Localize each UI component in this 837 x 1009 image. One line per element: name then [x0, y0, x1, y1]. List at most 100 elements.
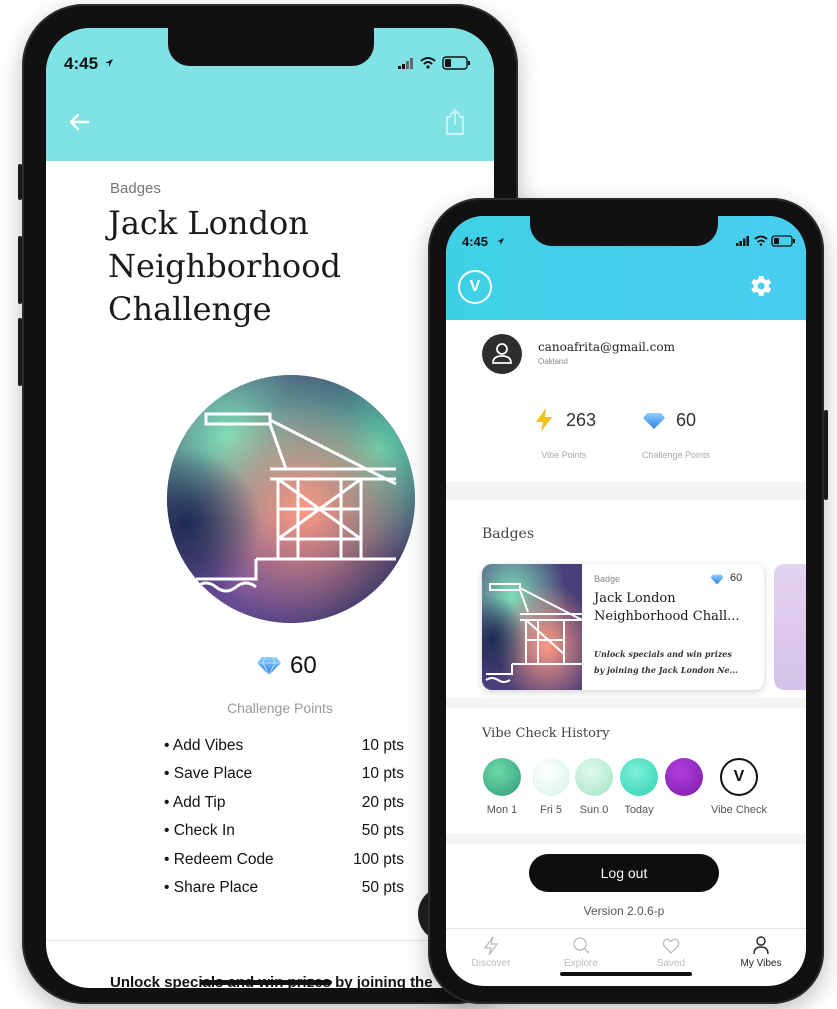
badge-title-line: Neighborhood [108, 247, 341, 285]
diamond-icon [643, 413, 665, 429]
lightning-icon [483, 936, 499, 956]
challenge-points-label: Challenge Points [641, 450, 711, 460]
vibe-check-label: Vibe Check [710, 804, 768, 816]
status-time: 4:45 [462, 234, 489, 249]
action-points: 100 pts [353, 851, 404, 868]
badge-title-line: Jack London [108, 204, 309, 242]
wifi-icon [754, 235, 768, 246]
vibe-check-dot[interactable] [532, 758, 570, 796]
gear-icon[interactable] [746, 272, 774, 300]
action-points: 50 pts [361, 879, 404, 896]
tab-label: Saved [656, 958, 686, 969]
list-item: • Add Tip 20 pts [164, 794, 404, 811]
vibe-check-day: Today [624, 804, 654, 816]
user-location: Oakland [538, 357, 568, 366]
right-phone-screen: 4:45 V canoafrita@gmail.com Oakland 263 … [446, 216, 806, 986]
action-label: Share Place [173, 879, 259, 896]
action-list: • Add Vibes 10 pts • Save Place 10 pts • A… [164, 737, 404, 927]
action-label: Add Vibes [172, 737, 244, 754]
home-indicator [560, 972, 692, 976]
share-icon[interactable] [444, 108, 466, 136]
challenge-points-value: 60 [676, 410, 697, 430]
action-points: 10 pts [361, 765, 404, 782]
volume-up-button [18, 236, 22, 304]
action-label: Add Tip [172, 794, 226, 811]
list-item: • Check In 50 pts [164, 822, 404, 839]
notch [168, 28, 374, 66]
vibe-points-value: 263 [566, 410, 597, 430]
diamond-icon [710, 574, 724, 585]
vibe-check-dot[interactable] [483, 758, 521, 796]
list-item: • Add Vibes 10 pts [164, 737, 404, 754]
logout-button[interactable]: Log out [529, 854, 719, 892]
section-divider [446, 834, 806, 844]
tab-explore[interactable]: Explore [536, 932, 626, 976]
badge-card-title: Jack London Neighborhood Chall... [594, 590, 740, 626]
history-heading: Vibe Check History [482, 726, 610, 741]
heart-icon [662, 938, 680, 954]
volume-down-button [18, 318, 22, 386]
tab-label: My Vibes [740, 958, 782, 969]
vibe-check-dot[interactable] [575, 758, 613, 796]
action-label: Redeem Code [173, 851, 274, 868]
battery-icon [442, 56, 470, 70]
tab-label: Discover [471, 958, 511, 969]
app-logo: V [458, 270, 492, 304]
badge-card-title-line: Jack London [594, 591, 676, 606]
divider [46, 940, 494, 941]
section-divider [446, 698, 806, 708]
vibe-check-dot[interactable] [620, 758, 658, 796]
version-text: Version 2.0.6-p [583, 904, 665, 918]
badge-card[interactable]: Badge 60 Jack London Neighborhood Chall.… [482, 564, 764, 690]
tab-my-vibes[interactable]: My Vibes [716, 932, 806, 976]
badge-card-points: 60 [730, 572, 743, 584]
next-badge-card[interactable] [774, 564, 806, 690]
list-item: • Save Place 10 pts [164, 765, 404, 782]
right-phone: 4:45 V canoafrita@gmail.com Oakland 263 … [428, 198, 828, 1004]
section-divider [446, 482, 806, 500]
lightning-icon [536, 408, 552, 432]
tab-label: Explore [564, 958, 598, 969]
badge-kicker: Badge [594, 574, 621, 584]
badge-card-title-line: Neighborhood Chall... [594, 609, 740, 624]
home-indicator [200, 980, 332, 985]
location-arrow-icon [497, 238, 504, 245]
tab-saved[interactable]: Saved [626, 932, 716, 976]
status-time: 4:45 [64, 54, 99, 73]
tab-discover[interactable]: Discover [446, 932, 536, 976]
badges-heading: Badges [482, 526, 535, 542]
mute-switch [18, 164, 22, 200]
location-arrow-icon [105, 59, 113, 67]
action-points: 10 pts [361, 737, 404, 754]
badge-title-line: Challenge [108, 290, 272, 328]
action-points: 20 pts [361, 794, 404, 811]
notch [530, 216, 718, 246]
back-arrow-icon[interactable] [68, 112, 90, 132]
vibe-check-dot[interactable] [665, 758, 703, 796]
avatar [482, 334, 522, 374]
signal-icon [398, 58, 413, 69]
vibe-check-button[interactable]: V [720, 758, 758, 796]
section-label: Badges [110, 180, 161, 197]
points-value: 60 [290, 652, 317, 679]
power-button [824, 410, 828, 500]
badge-thumbnail [482, 564, 582, 690]
action-label: Save Place [173, 765, 253, 782]
badge-image [167, 375, 415, 623]
action-label: Check In [173, 822, 235, 839]
signal-icon [736, 236, 749, 246]
badge-title: Jack London Neighborhood Challenge [108, 202, 341, 331]
search-icon [573, 937, 590, 954]
tab-bar-divider [446, 928, 806, 929]
person-icon [753, 936, 769, 955]
left-phone-screen: 4:45 Badges Jack London Neighborhood Cha [46, 28, 494, 988]
badge-card-desc-line: Unlock specials and win prizes [594, 649, 732, 659]
battery-icon [771, 235, 795, 247]
badge-card-desc-line: by joining the Jack London Ne... [594, 665, 738, 675]
points-label: Challenge Points [227, 700, 333, 716]
vibe-points-label: Vibe Points [541, 450, 587, 460]
wifi-icon [420, 57, 436, 69]
user-email: canoafrita@gmail.com [538, 340, 676, 354]
list-item: • Redeem Code 100 pts [164, 851, 404, 868]
list-item: • Share Place 50 pts [164, 879, 404, 896]
